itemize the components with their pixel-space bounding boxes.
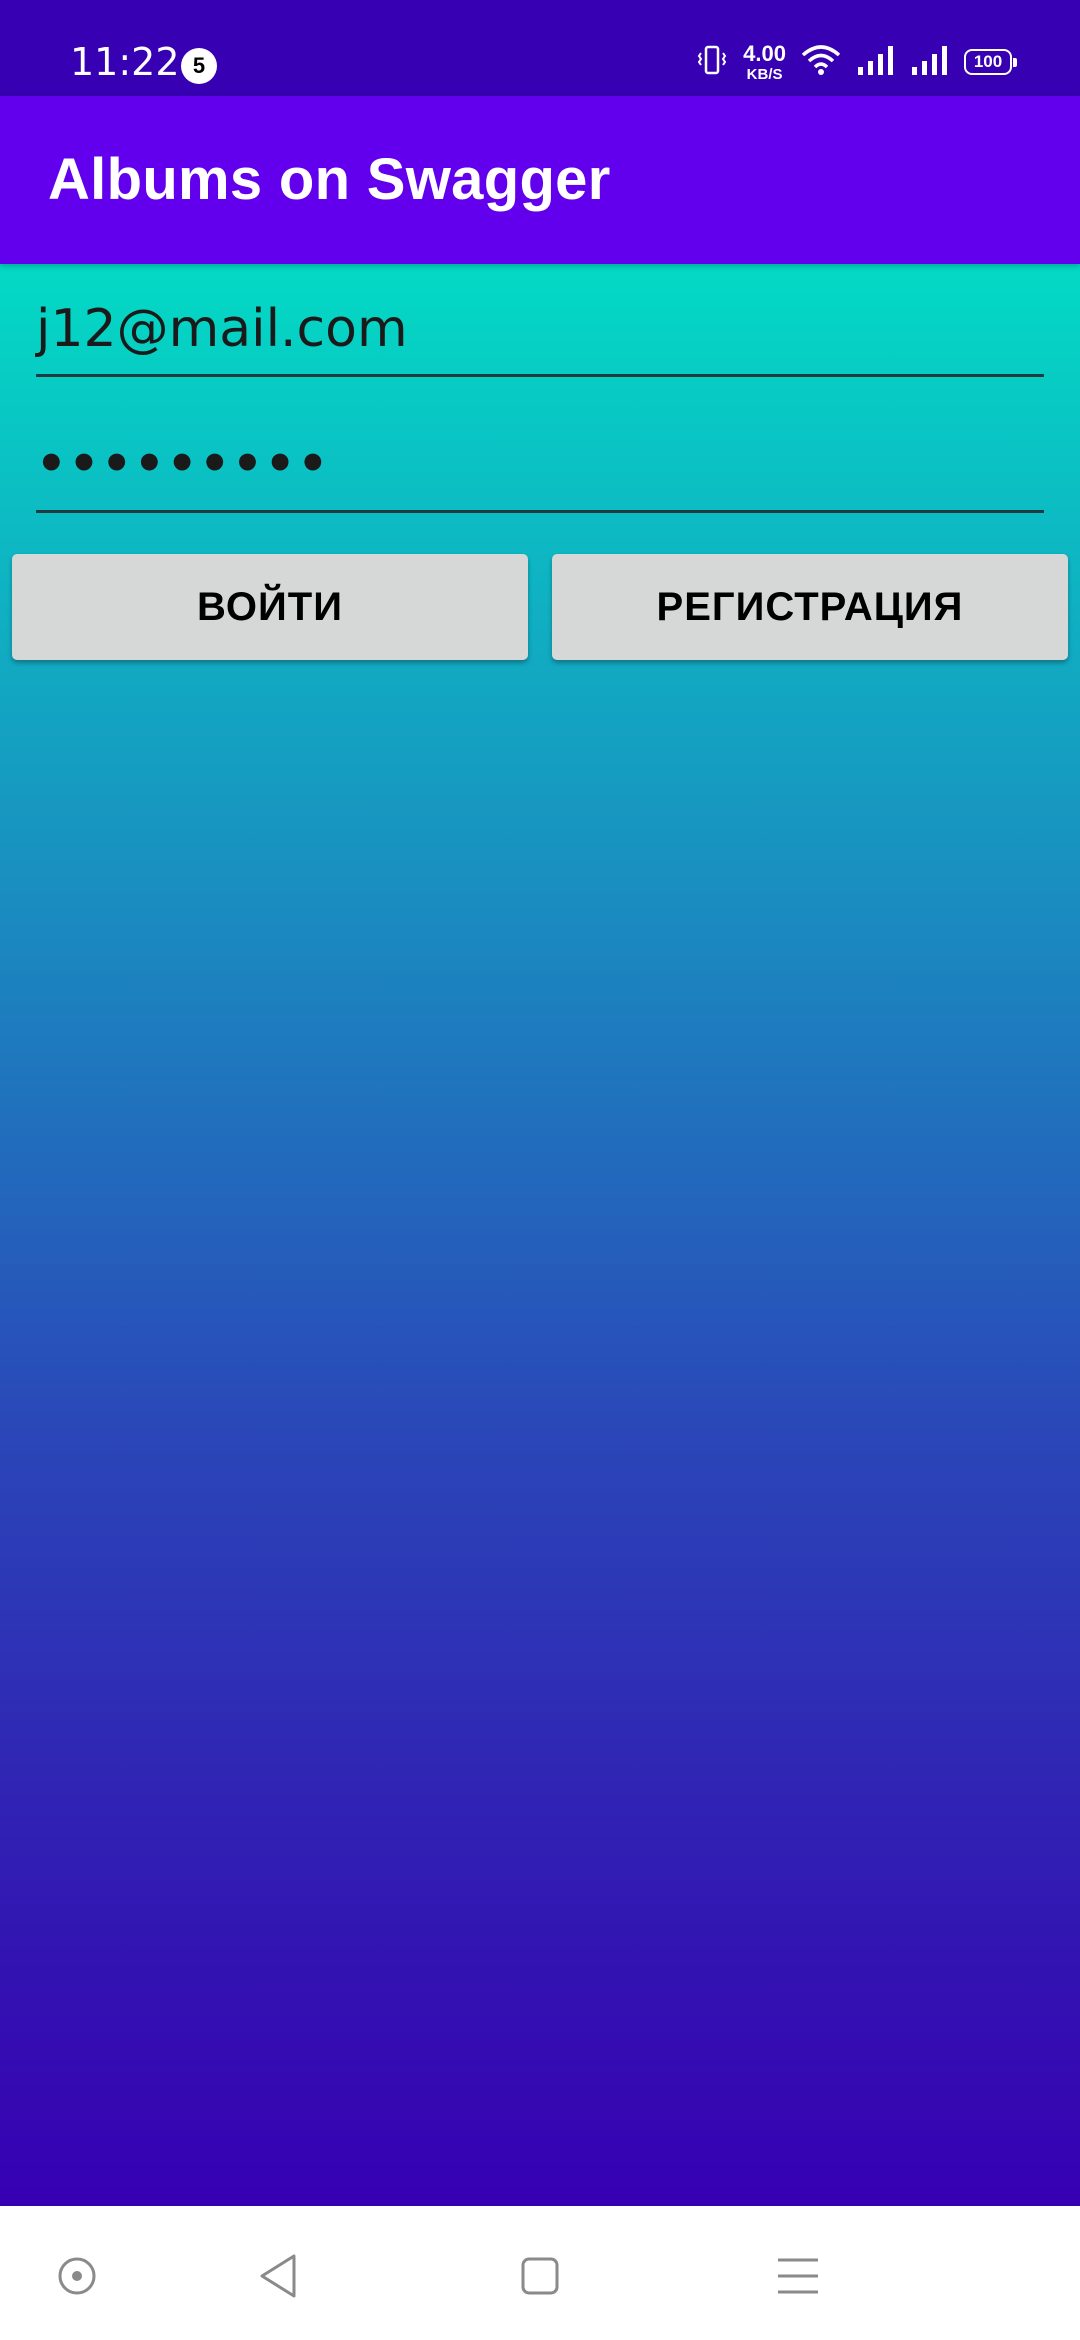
signal-icon: [856, 43, 896, 82]
network-speed-value: 4.00: [743, 40, 786, 66]
assistant-icon[interactable]: [47, 2246, 107, 2306]
notification-count-badge: 5: [181, 48, 217, 84]
status-time: 11:22: [70, 40, 180, 84]
status-bar: 11:22 5 4.00 KB/S 100: [0, 0, 1080, 96]
status-icons: 4.00 KB/S 100: [695, 40, 1017, 83]
menu-icon[interactable]: [768, 2246, 828, 2306]
register-button[interactable]: РЕГИСТРАЦИЯ: [552, 554, 1068, 660]
network-speed-unit: KB/S: [746, 65, 783, 83]
back-icon[interactable]: [250, 2246, 310, 2306]
login-screen-content: j12@mail.com ••••••••• ВОЙТИ РЕГИСТРАЦИЯ: [0, 264, 1080, 2206]
vibrate-icon: [695, 43, 729, 82]
app-title: Albums on Swagger: [48, 147, 611, 212]
login-button[interactable]: ВОЙТИ: [12, 554, 528, 660]
signal-icon: [910, 43, 950, 82]
app-screen: 11:22 5 4.00 KB/S 100 Albums on Swagger …: [0, 0, 1080, 2340]
app-bar: Albums on Swagger: [0, 96, 1080, 264]
wifi-icon: [800, 43, 842, 82]
home-icon[interactable]: [510, 2246, 570, 2306]
battery-icon: 100: [964, 49, 1017, 75]
system-navigation-bar: [0, 2206, 1080, 2340]
network-speed: 4.00 KB/S: [743, 40, 786, 83]
password-field[interactable]: •••••••••: [36, 426, 1044, 513]
email-field[interactable]: j12@mail.com: [36, 294, 1044, 377]
